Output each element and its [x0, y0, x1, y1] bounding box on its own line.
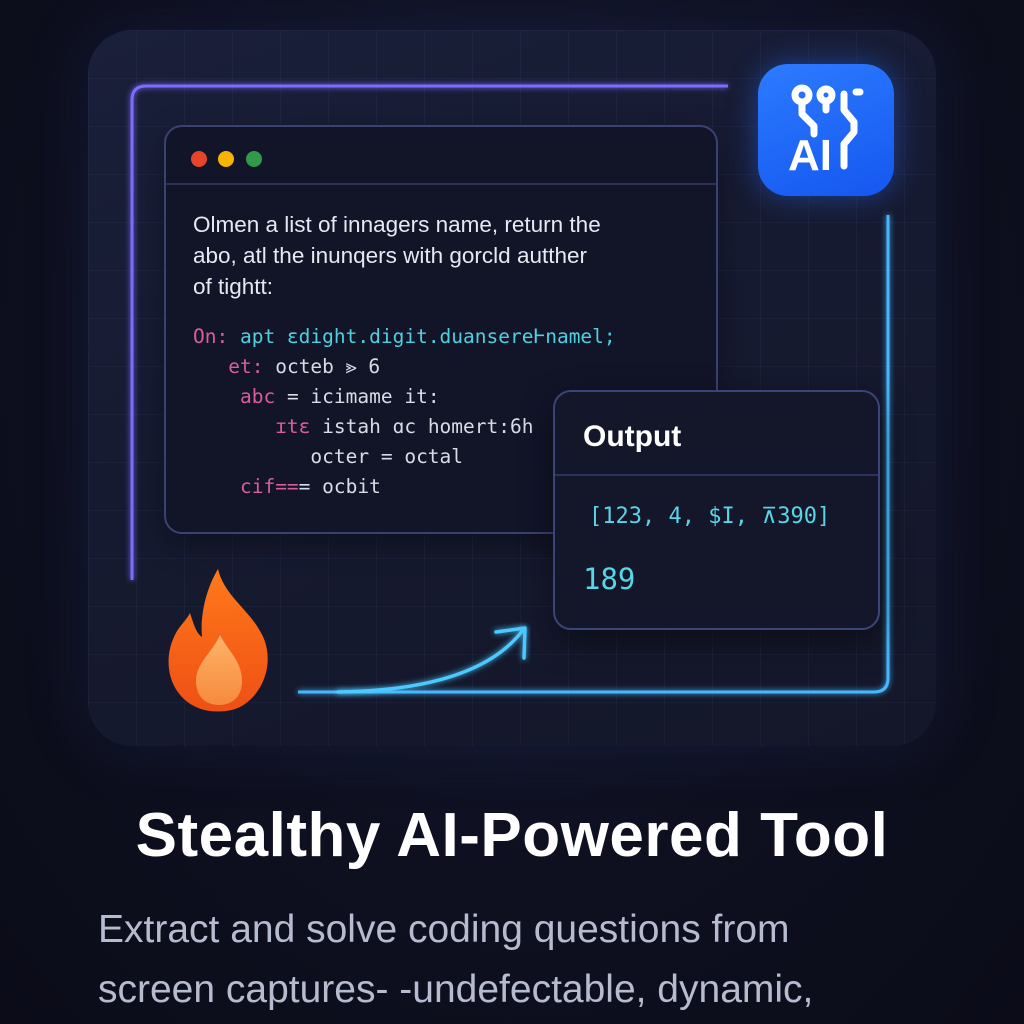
minimize-dot-icon[interactable]	[218, 151, 234, 167]
output-array: [123, 4, $I, ⊼390]	[589, 504, 831, 529]
prompt-line: Olmen a list of innagers name, return th…	[193, 212, 601, 237]
output-value: 189	[583, 562, 636, 596]
code-line: On: apt ɛdight.digit.duansereⱵnamel;	[193, 322, 616, 352]
problem-prompt: Olmen a list of innagers name, return th…	[193, 209, 693, 302]
output-divider	[555, 474, 878, 476]
flame-icon	[168, 569, 268, 712]
maximize-dot-icon[interactable]	[246, 151, 262, 167]
page-description: Extract and solve coding questions from …	[98, 900, 998, 1020]
ai-logo-icon: AI	[758, 64, 894, 196]
code-keyword: abc	[239, 385, 276, 408]
code-text: octer = octal	[310, 445, 464, 468]
code-text: = icimame it:	[275, 385, 440, 408]
hero-card: Olmen a list of innagers name, return th…	[88, 30, 936, 746]
code-keyword: cif==	[239, 475, 299, 498]
code-text: = ocbit	[298, 475, 381, 498]
output-title: Output	[583, 420, 682, 453]
page-title: Stealthy AI-Powered Tool	[135, 801, 889, 870]
code-line: et: octeb ⪢ 6	[193, 352, 616, 382]
close-dot-icon[interactable]	[191, 151, 207, 167]
page: Olmen a list of innagers name, return th…	[0, 0, 1024, 1024]
window-titlebar	[166, 127, 716, 185]
output-panel: Output [123, 4, $I, ⊼390] 189	[553, 390, 880, 630]
prompt-line: of tightt:	[193, 274, 274, 299]
code-text: apt ɛdight.digit.duansereⱵnamel;	[228, 325, 616, 348]
code-keyword: On:	[193, 325, 229, 348]
code-keyword: et:	[228, 355, 264, 378]
code-text: octeb ⪢ 6	[263, 355, 381, 378]
description-line: screen captures- -undefectable, dynamic,	[98, 968, 814, 1011]
ai-logo-text: AI	[788, 131, 832, 180]
code-text: istah ɑc homert:6h	[310, 415, 534, 438]
description-line: Extract and solve coding questions from	[98, 908, 790, 951]
code-keyword: ɪtɛ	[275, 415, 311, 438]
arrow-curve	[336, 628, 525, 694]
prompt-line: abo, atl the inunqers with gorcld autthe…	[193, 243, 587, 268]
